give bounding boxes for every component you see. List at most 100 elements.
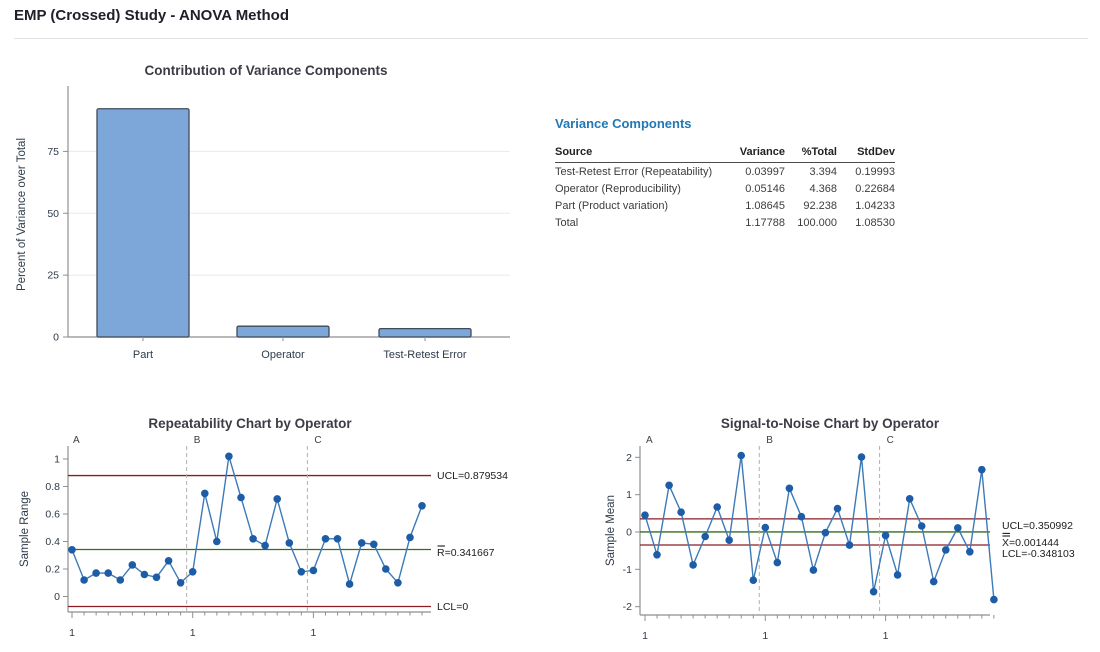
value-cell: 1.17788 <box>723 214 785 231</box>
column-header: StdDev <box>837 144 895 163</box>
data-point <box>725 536 733 544</box>
data-point <box>822 529 830 537</box>
data-point <box>798 513 806 521</box>
bar-test-retest-error <box>379 329 471 337</box>
data-point <box>165 557 173 565</box>
source-cell: Test-Retest Error (Repeatability) <box>555 163 723 181</box>
value-cell: 0.19993 <box>837 163 895 181</box>
y-tick-label: 0 <box>626 527 632 539</box>
variance-components-title: Variance Components <box>555 116 895 131</box>
data-point <box>346 580 354 588</box>
operator-label-b: B <box>194 435 201 446</box>
data-point <box>641 511 649 519</box>
signal-to-noise-control-chart: Signal-to-Noise Chart by Operator-2-1012… <box>600 408 1100 650</box>
data-point <box>906 495 914 503</box>
value-cell: 1.08530 <box>837 214 895 231</box>
data-point <box>334 535 342 543</box>
data-point <box>104 569 112 577</box>
data-point <box>80 576 88 584</box>
data-point <box>677 508 685 516</box>
operator-label-c: C <box>314 435 321 446</box>
ucl-label: UCL=0.879534 <box>437 470 508 482</box>
variance-components-table: SourceVariance%TotalStdDev Test-Retest E… <box>555 144 895 231</box>
r-bar-label: R=0.341667 <box>437 547 495 559</box>
data-point <box>406 534 414 542</box>
data-point <box>177 579 185 587</box>
column-header: %Total <box>785 144 837 163</box>
data-point <box>92 569 100 577</box>
y-tick-label: 75 <box>47 146 59 158</box>
data-point <box>68 546 76 554</box>
data-point <box>225 453 233 461</box>
y-tick-label: 25 <box>47 270 59 282</box>
x-tick-label: 1 <box>190 627 196 639</box>
y-tick-label: 1 <box>54 454 60 466</box>
x-tick-label: 1 <box>69 627 75 639</box>
data-point <box>370 541 378 549</box>
variance-components-panel: Variance Components SourceVariance%Total… <box>555 116 895 231</box>
y-tick-label: 1 <box>626 489 632 501</box>
x-tick-label: 1 <box>883 630 889 642</box>
data-point <box>141 571 149 579</box>
table-row: Operator (Reproducibility)0.051464.3680.… <box>555 180 895 197</box>
data-point <box>273 495 281 503</box>
data-point <box>990 596 998 604</box>
y-tick-label: 0.4 <box>45 536 60 548</box>
table-row: Part (Product variation)1.0864592.2381.0… <box>555 197 895 214</box>
x-tick-label: 1 <box>642 630 648 642</box>
data-point <box>665 482 673 490</box>
data-point <box>737 452 745 460</box>
data-point <box>762 524 770 532</box>
lcl-label: LCL=-0.348103 <box>1002 548 1075 560</box>
ucl-label: UCL=0.350992 <box>1002 520 1073 532</box>
chart-title: Contribution of Variance Components <box>144 63 387 78</box>
value-cell: 4.368 <box>785 180 837 197</box>
data-point <box>846 541 854 549</box>
data-point <box>882 532 890 540</box>
y-tick-label: 0 <box>54 591 60 603</box>
lcl-label: LCL=0 <box>437 601 468 613</box>
data-point <box>213 538 221 546</box>
variance-contribution-bar-chart: Contribution of Variance Components02550… <box>8 52 548 370</box>
y-tick-label: 0.8 <box>45 481 60 493</box>
table-row: Test-Retest Error (Repeatability)0.03997… <box>555 163 895 181</box>
data-point <box>930 578 938 586</box>
repeatability-control-chart: Repeatability Chart by Operator00.20.40.… <box>10 408 550 650</box>
data-point <box>774 559 782 567</box>
operator-label-c: C <box>887 435 894 446</box>
category-label: Test-Retest Error <box>383 349 466 361</box>
page-title: EMP (Crossed) Study - ANOVA Method <box>14 7 289 24</box>
data-point <box>358 539 366 547</box>
data-point <box>786 485 794 493</box>
data-point <box>701 533 709 541</box>
data-point <box>322 535 330 543</box>
y-tick-label: -1 <box>623 564 632 576</box>
operator-label-b: B <box>766 435 773 446</box>
data-point <box>689 561 697 569</box>
column-header: Source <box>555 144 723 163</box>
chart-title: Repeatability Chart by Operator <box>148 416 352 431</box>
table-row: Total1.17788100.0001.08530 <box>555 214 895 231</box>
source-cell: Total <box>555 214 723 231</box>
data-point <box>117 576 125 584</box>
data-point <box>394 579 402 587</box>
value-cell: 1.04233 <box>837 197 895 214</box>
signal-to-noise-chart-figure: Signal-to-Noise Chart by Operator-2-1012… <box>600 408 1100 652</box>
y-axis-title: Sample Mean <box>605 495 617 566</box>
data-point <box>954 524 962 532</box>
data-point <box>713 503 721 511</box>
data-point <box>298 568 306 576</box>
category-label: Part <box>133 349 153 361</box>
data-point <box>858 453 866 461</box>
bar-part <box>97 109 189 337</box>
data-point <box>870 588 878 596</box>
data-point <box>153 574 161 582</box>
y-axis-title: Sample Range <box>19 491 31 567</box>
source-cell: Part (Product variation) <box>555 197 723 214</box>
title-divider <box>14 38 1088 39</box>
data-point <box>750 576 758 584</box>
data-point <box>286 539 294 547</box>
repeatability-chart-figure: Repeatability Chart by Operator00.20.40.… <box>10 408 550 652</box>
data-point <box>129 561 137 569</box>
x-tick-label: 1 <box>310 627 316 639</box>
